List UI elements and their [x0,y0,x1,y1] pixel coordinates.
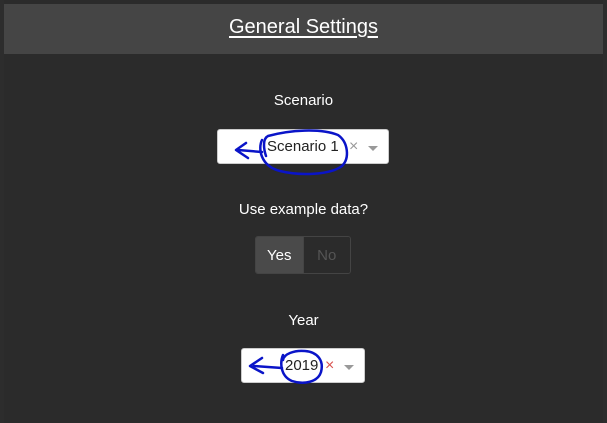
year-dropdown-arrow-icon[interactable] [344,365,354,370]
scenario-select[interactable]: Scenario 1 × [217,129,389,164]
panel-header: General Settings [4,4,603,54]
scenario-dropdown-arrow-icon[interactable] [368,146,378,151]
year-label: Year [288,312,319,329]
year-select[interactable]: 2019 × [241,348,365,383]
year-clear-icon[interactable]: × [325,358,334,374]
example-data-label: Use example data? [238,201,369,218]
example-data-no-button[interactable]: No [302,237,350,273]
scenario-label: Scenario [273,92,334,109]
scenario-select-value: Scenario 1 [267,138,339,155]
example-data-yes-button[interactable]: Yes [256,237,303,273]
year-select-value: 2019 [285,357,319,374]
page-title: General Settings [229,15,378,38]
example-data-toggle: Yes No [255,236,351,274]
scenario-clear-icon[interactable]: × [349,139,358,155]
